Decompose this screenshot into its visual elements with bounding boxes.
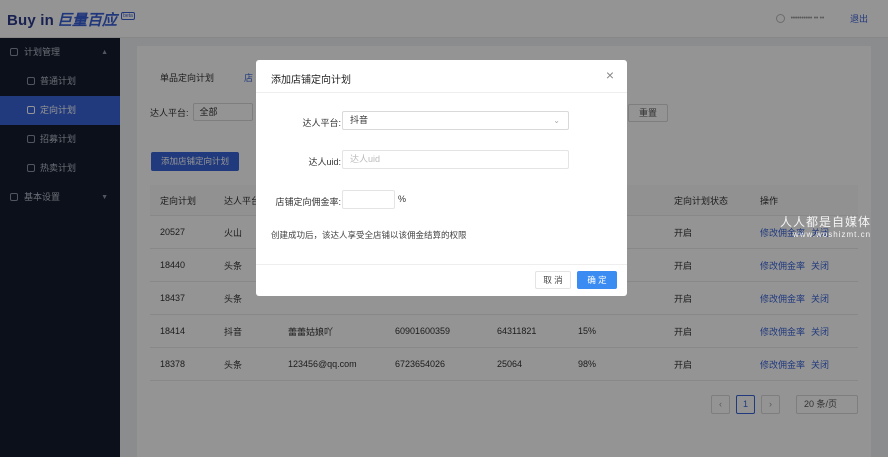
percent-unit: % [398,194,407,204]
hint-text: 创建成功后，该达人享受全店铺以该佣金结算的权限 [271,230,467,240]
confirm-button[interactable]: 确 定 [577,271,617,289]
close-icon[interactable]: × [606,68,614,82]
rate-input[interactable] [342,190,395,209]
platform-select-value: 抖音 [350,115,369,125]
divider [256,92,627,93]
dialog-title: 添加店铺定向计划 [271,75,351,86]
watermark-line1: 人人都是自媒体 [780,215,872,229]
platform-select[interactable]: 抖音 ⌄ [342,111,569,130]
uid-label: 达人uid: [308,157,341,167]
watermark-line2: www.woshizmt.cn [792,230,872,239]
watermark: 人人都是自媒体 www.woshizmt.cn [780,213,871,239]
platform-label: 达人平台: [302,118,341,128]
uid-input[interactable]: 达人uid [342,150,569,169]
add-shop-plan-dialog: 添加店铺定向计划 × 达人平台: 抖音 ⌄ 达人uid: 达人uid 店铺定向佣… [256,60,627,296]
cancel-button[interactable]: 取 消 [535,271,571,289]
chevron-down-icon: ⌄ [553,116,560,125]
divider [256,264,627,265]
rate-label: 店铺定向佣金率: [275,197,341,207]
